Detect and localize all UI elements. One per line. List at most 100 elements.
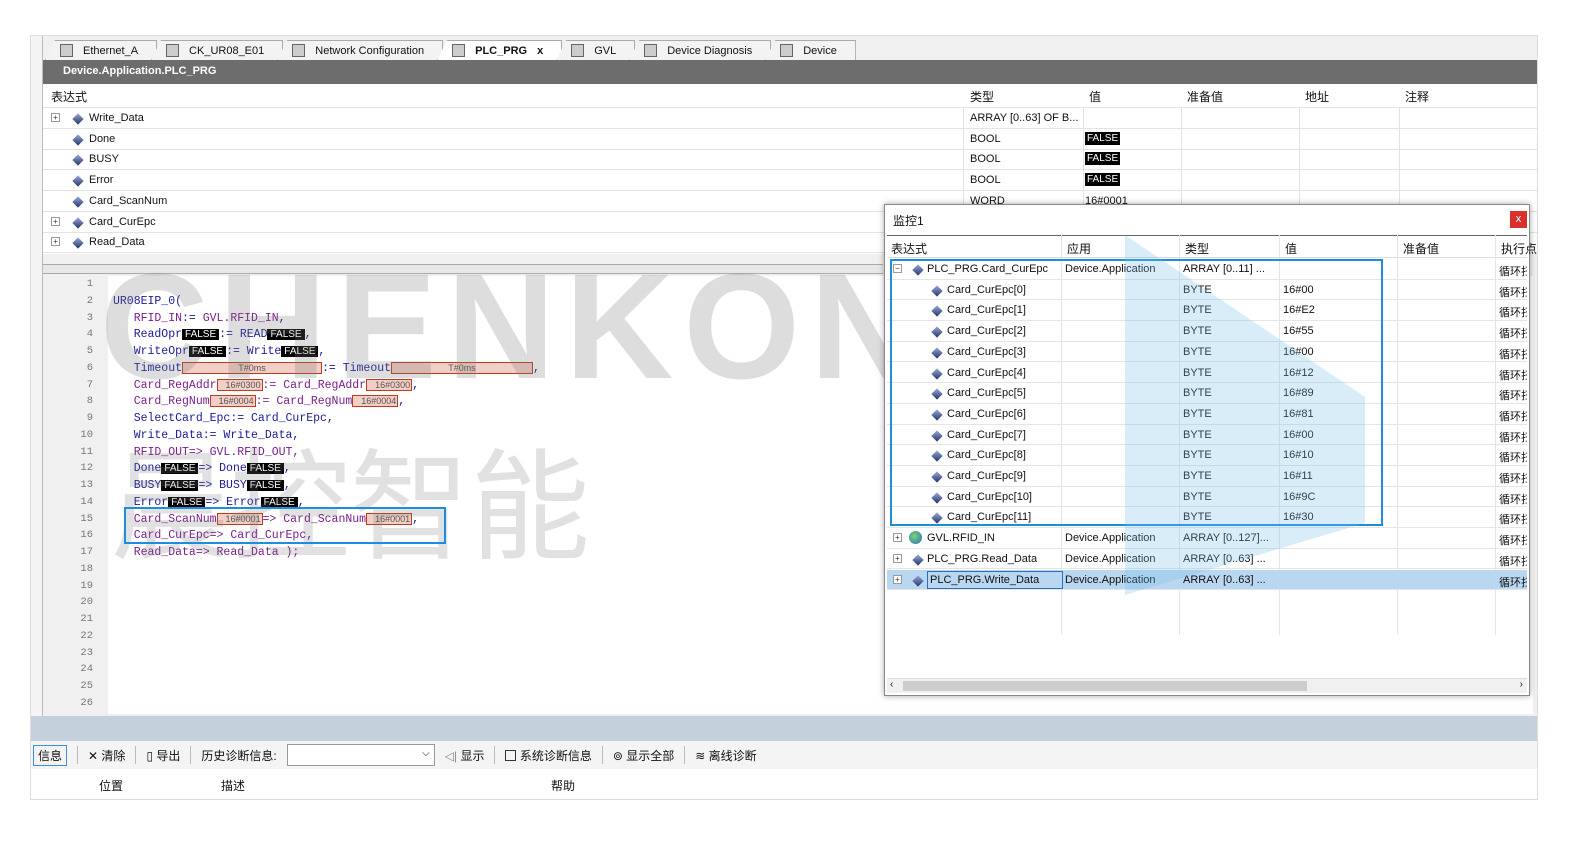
program-icon — [452, 44, 466, 57]
watch-row[interactable]: + PLC_PRG.Write_Data Device.Application ARR… — [887, 569, 1527, 591]
line-number: 14 — [80, 495, 93, 508]
variable-row[interactable]: Error BOOL FALSE — [43, 170, 1537, 192]
inline-value: 16#0300 — [216, 378, 263, 391]
inline-value: FALSE — [161, 480, 199, 491]
code-line[interactable]: Read_Data=> Read_Data ); — [113, 546, 300, 559]
scroll-left-icon[interactable]: ‹ — [890, 679, 893, 690]
watch-exec: 循环扫 — [1499, 410, 1527, 423]
tab-ethernet-a[interactable]: Ethernet_A — [45, 40, 158, 60]
expand-icon[interactable]: + — [893, 574, 902, 584]
line-number: 19 — [80, 579, 93, 592]
code-token: , — [412, 378, 419, 392]
expand-icon[interactable]: + — [893, 533, 902, 543]
horizontal-scrollbar[interactable]: ‹ › — [887, 678, 1527, 693]
code-line[interactable]: RFID_IN:= GVL.RFID_IN, — [113, 312, 286, 325]
code-line[interactable]: Card_RegNum 16#0004:= Card_RegNum 16#0004, — [113, 395, 405, 408]
expand-icon[interactable]: + — [51, 237, 60, 247]
ck-module-icon — [166, 44, 180, 57]
tab-device[interactable]: Device — [765, 40, 856, 60]
header-type: 类型 — [970, 90, 995, 104]
header-address: 地址 — [1305, 90, 1330, 104]
watch-type: ARRAY [0..127]... — [1183, 532, 1269, 545]
system-diagnosis-checkbox[interactable]: 系统诊断信息 — [505, 747, 592, 764]
watch-row[interactable]: + GVL.RFID_IN Device.Application ARRAY [0..… — [887, 528, 1527, 549]
tab-device-diagnosis[interactable]: Device Diagnosis — [629, 40, 772, 60]
code-token: , — [318, 345, 326, 358]
history-dropdown[interactable]: ⌵ — [286, 744, 435, 766]
inline-value: FALSE — [246, 463, 284, 475]
message-panel-titlebar — [31, 716, 1537, 741]
scrollbar-thumb[interactable] — [903, 681, 1307, 691]
variable-row[interactable]: Done BOOL FALSE — [43, 128, 1537, 150]
variable-name: Read_Data — [89, 236, 145, 249]
tab-gvl[interactable]: GVL — [556, 40, 636, 60]
code-line[interactable]: Write_Data:= Write_Data, — [113, 429, 300, 442]
variable-row[interactable]: BUSY BOOL FALSE — [43, 149, 1537, 171]
variable-name: Error — [89, 174, 114, 187]
line-number: 5 — [86, 345, 93, 357]
offline-diagnosis-button[interactable]: ≋ 离线诊断 — [695, 747, 756, 764]
system-diagnosis-label: 系统诊断信息 — [519, 748, 592, 763]
code-token: Card_RegAddr — [113, 378, 217, 392]
tab-close-icon[interactable]: x — [537, 45, 543, 57]
watch-exec: 循环扫 — [1499, 473, 1527, 485]
expand-icon[interactable]: + — [51, 216, 60, 226]
checkbox-icon — [505, 749, 517, 761]
expand-icon[interactable]: + — [893, 553, 902, 563]
line-number: 1 — [86, 278, 93, 290]
code-line[interactable]: Done FALSE => Done FALSE, — [113, 462, 291, 475]
watch-exec: 循环扫 — [1499, 286, 1527, 299]
watch-app: Device.Application — [1065, 573, 1156, 586]
tab-ck-ur08-e01[interactable]: CK_UR08_E01 — [151, 40, 284, 60]
code-line[interactable]: Timeout T#0ms:= Timeout T#0ms, — [113, 361, 540, 375]
export-button[interactable]: ▯ 导出 — [146, 747, 180, 764]
network-config-icon — [292, 44, 306, 57]
line-number: 12 — [80, 462, 93, 475]
code-line[interactable]: SelectCard_Epc:= Card_CurEpc, — [113, 412, 334, 425]
code-token: , — [278, 311, 286, 325]
show-all-button[interactable]: ⊚ 显示全部 — [613, 747, 674, 764]
editor-path-bar: Device.Application.PLC_PRG — [43, 60, 1537, 84]
globe-icon — [909, 531, 922, 545]
editor-splitter[interactable] — [43, 264, 883, 274]
header-value: 值 — [1285, 242, 1298, 256]
expand-icon[interactable]: + — [51, 113, 60, 122]
code-highlight-box — [124, 507, 446, 544]
info-button[interactable]: 信息 — [33, 744, 68, 766]
watch-exec: 循环扫 — [1499, 555, 1527, 568]
code-token: , — [398, 395, 406, 409]
watch-table-header: 表达式 应用 类型 值 准备值 执行点 — [887, 235, 1537, 258]
clear-button[interactable]: ✕ 清除 — [88, 747, 125, 764]
line-number: 25 — [80, 680, 93, 692]
code-token: := Card_RegNum — [255, 395, 353, 409]
code-line[interactable]: Card_RegAddr 16#0300:= Card_RegAddr 16#030… — [113, 378, 419, 392]
clear-icon: ✕ — [88, 748, 99, 763]
close-button[interactable]: x — [1510, 211, 1527, 228]
tab-network-configuration[interactable]: Network Configuration — [277, 40, 444, 60]
inline-value: FALSE — [267, 329, 305, 341]
inline-value: 16#0300 — [366, 378, 413, 391]
header-application: 应用 — [1067, 242, 1092, 256]
code-line[interactable]: RFID_OUT=> GVL.RFID_OUT, — [113, 446, 300, 459]
code-token: := — [182, 311, 203, 325]
inline-value: T#0ms — [182, 361, 323, 374]
code-line[interactable]: BUSY FALSE => BUSY FALSE, — [113, 479, 291, 492]
inline-value: T#0ms — [391, 361, 534, 374]
watch-expression: GVL.RFID_IN — [927, 532, 995, 545]
tab-plc-prg[interactable]: PLC_PRG x — [437, 40, 563, 60]
scroll-right-icon[interactable]: › — [1520, 679, 1523, 690]
code-token: GVL.RFID_IN — [202, 311, 279, 325]
show-button[interactable]: ◁| 显示 — [445, 747, 485, 764]
device-icon — [60, 44, 73, 57]
watch-row[interactable]: + PLC_PRG.Read_Data Device.Application ARRA… — [887, 549, 1527, 570]
line-number: 13 — [80, 479, 93, 491]
tab-label: Device Diagnosis — [667, 44, 753, 57]
code-line[interactable]: UR08EIP_0( — [113, 295, 182, 308]
code-line[interactable]: WriteOpr FALSE:= Write FALSE, — [113, 345, 326, 358]
code-line[interactable]: ReadOpr FALSE:= READ FALSE, — [113, 328, 312, 341]
variable-icon — [72, 237, 84, 249]
inline-value: FALSE — [246, 480, 284, 491]
line-number-gutter: 1 2 3 4 5 6 7 8 9 10 11 12 13 14 15 16 17 18 19 20 21 22 23 24 2… — [43, 276, 108, 714]
variable-row[interactable]: + Write_Data ARRAY [0..63] OF B... — [43, 108, 1537, 129]
watch-exec: 循环扫 — [1499, 431, 1527, 444]
